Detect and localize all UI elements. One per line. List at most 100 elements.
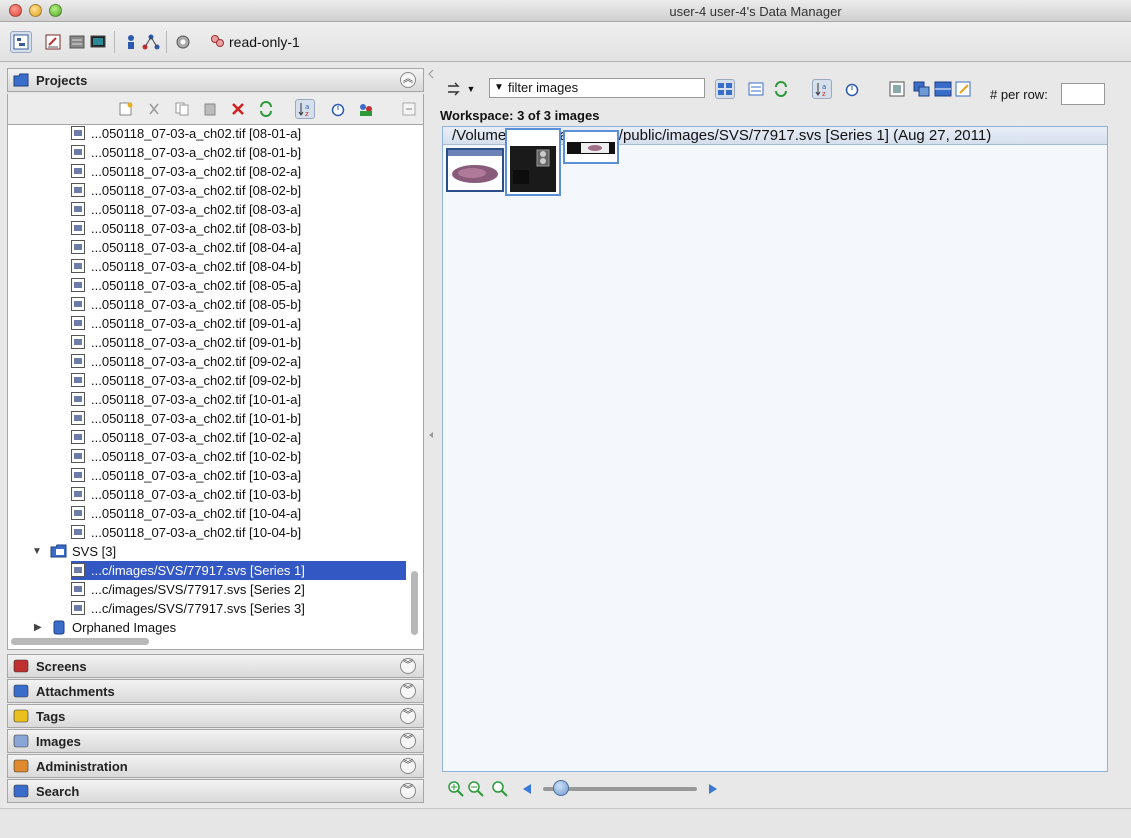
arrows-menu-icon xyxy=(448,82,460,96)
slider-left-arrow[interactable] xyxy=(517,779,537,799)
svg-text:z: z xyxy=(822,90,826,97)
image-file-icon xyxy=(71,392,85,406)
panel-header-attachments[interactable]: Attachments ︾ xyxy=(7,679,424,703)
tree-item-label: ...050118_07-03-a_ch02.tif [10-03-b] xyxy=(91,487,302,502)
split-pane-divider[interactable] xyxy=(427,62,435,808)
expand-down-icon[interactable]: ︾ xyxy=(400,683,416,699)
disclosure-closed-icon[interactable]: ▶ xyxy=(34,618,42,637)
layout-view-button[interactable] xyxy=(933,79,953,99)
split-view-button[interactable] xyxy=(912,79,932,99)
projects-tree[interactable]: ...050118_07-03-a_ch02.tif [08-01-a] ...0… xyxy=(7,124,424,650)
list-view-button[interactable] xyxy=(746,79,766,99)
image-file-icon xyxy=(71,373,85,387)
tag-icon xyxy=(13,709,29,723)
tree-item-label: ...c/images/SVS/77917.svs [Series 3] xyxy=(91,601,305,616)
tree-image-item-selected[interactable]: ...c/images/SVS/77917.svs [Series 1] xyxy=(71,561,406,580)
image-thumbnail-selected[interactable] xyxy=(446,148,504,192)
view-options-button[interactable] xyxy=(445,79,465,99)
workspace-count-label: Workspace: 3 of 3 images xyxy=(440,108,600,123)
projects-panel-header[interactable]: Projects ︽ xyxy=(7,68,424,92)
zoom-out-button[interactable] xyxy=(466,779,486,799)
share-button[interactable] xyxy=(140,31,162,53)
copy-button[interactable] xyxy=(172,99,192,119)
panel-header-screens[interactable]: Screens ︾ xyxy=(7,654,424,678)
panel-title: Attachments xyxy=(36,684,115,699)
editor-view-button[interactable] xyxy=(42,31,64,53)
screen-view-button[interactable] xyxy=(87,31,109,53)
tree-vertical-scrollbar[interactable] xyxy=(411,571,418,635)
image-file-icon xyxy=(71,411,85,425)
projects-panel-title: Projects xyxy=(36,73,88,88)
tree-item-label: ...050118_07-03-a_ch02.tif [08-03-a] xyxy=(91,202,302,217)
tree-item-label: ...050118_07-03-a_ch02.tif [10-04-a] xyxy=(91,506,302,521)
refresh-icon xyxy=(260,101,272,117)
view-options-dropdown[interactable]: ▼ xyxy=(465,79,477,99)
collapse-icon xyxy=(402,102,416,116)
expand-down-icon[interactable]: ︾ xyxy=(400,783,416,799)
expand-down-icon[interactable]: ︾ xyxy=(400,708,416,724)
workspace-grid[interactable]: /Volumes/ome/data_repo/public/images/SVS… xyxy=(442,126,1108,772)
image-file-icon xyxy=(71,164,85,178)
thumbnail-view-button[interactable] xyxy=(715,79,735,99)
delete-icon xyxy=(232,103,244,115)
workspace-toolbar: ▼ ▼ filter images az # per row: xyxy=(437,70,1121,105)
image-thumbnail[interactable] xyxy=(563,130,619,164)
paste-button[interactable] xyxy=(200,99,220,119)
annotate-view-button[interactable] xyxy=(954,79,974,99)
toolbar-separator xyxy=(114,31,115,53)
filter-images-input[interactable]: ▼ filter images xyxy=(489,78,705,98)
delete-button[interactable] xyxy=(228,99,248,119)
editor-icon xyxy=(45,34,61,50)
new-button[interactable] xyxy=(116,99,136,119)
time-filter-button[interactable] xyxy=(328,99,348,119)
users-button[interactable] xyxy=(356,99,376,119)
image-file-icon xyxy=(71,449,85,463)
sort-button[interactable]: az xyxy=(295,99,315,119)
per-row-input[interactable] xyxy=(1061,83,1105,105)
svg-text:z: z xyxy=(305,110,309,117)
full-view-button[interactable] xyxy=(887,79,907,99)
image-file-icon xyxy=(71,468,85,482)
zoom-fit-button[interactable] xyxy=(490,779,510,799)
image-file-icon xyxy=(71,563,85,577)
workspace-time-button[interactable] xyxy=(842,79,862,99)
layout-icon xyxy=(934,81,952,97)
cut-button[interactable] xyxy=(144,99,164,119)
filter-dropdown-icon[interactable]: ▼ xyxy=(494,79,504,97)
thumbnails-icon xyxy=(718,83,732,95)
image-file-icon xyxy=(71,145,85,159)
panel-header-images[interactable]: Images ︾ xyxy=(7,729,424,753)
image-thumbnail[interactable] xyxy=(505,128,561,196)
workspace-sort-button[interactable]: az xyxy=(812,79,832,99)
dataset-folder-icon xyxy=(50,544,67,558)
panel-header-search[interactable]: Search ︾ xyxy=(7,779,424,803)
tree-horizontal-scrollbar[interactable] xyxy=(11,638,149,645)
gears-icon xyxy=(176,35,190,49)
expand-down-icon[interactable]: ︾ xyxy=(400,733,416,749)
zoom-in-button[interactable] xyxy=(446,779,466,799)
window-title: user-4 user-4's Data Manager xyxy=(669,4,842,19)
copy-icon xyxy=(175,102,189,116)
slider-knob[interactable] xyxy=(553,780,569,796)
collapse-up-icon[interactable]: ︽ xyxy=(400,72,416,88)
table-view-button[interactable] xyxy=(66,31,88,53)
collapse-tree-button[interactable] xyxy=(399,99,419,119)
slide-label-image xyxy=(565,132,617,162)
tree-view-icon xyxy=(13,34,29,50)
refresh-icon xyxy=(775,81,787,97)
panel-header-tags[interactable]: Tags ︾ xyxy=(7,704,424,728)
disclosure-open-icon[interactable]: ▼ xyxy=(32,542,42,561)
workspace-refresh-button[interactable] xyxy=(771,79,791,99)
expand-down-icon[interactable]: ︾ xyxy=(400,758,416,774)
image-viewer-icon xyxy=(889,81,905,97)
expand-down-icon[interactable]: ︾ xyxy=(400,658,416,674)
data-manager-view-button[interactable] xyxy=(10,31,32,53)
tasks-button[interactable] xyxy=(172,31,194,53)
refresh-button[interactable] xyxy=(256,99,276,119)
panel-header-administration[interactable]: Administration ︾ xyxy=(7,754,424,778)
left-arrow-icon xyxy=(523,784,531,794)
slider-right-arrow[interactable] xyxy=(703,779,723,799)
panel-title: Images xyxy=(36,734,81,749)
groups-button[interactable] xyxy=(120,31,142,53)
group-name-label[interactable]: read-only-1 xyxy=(229,34,300,50)
